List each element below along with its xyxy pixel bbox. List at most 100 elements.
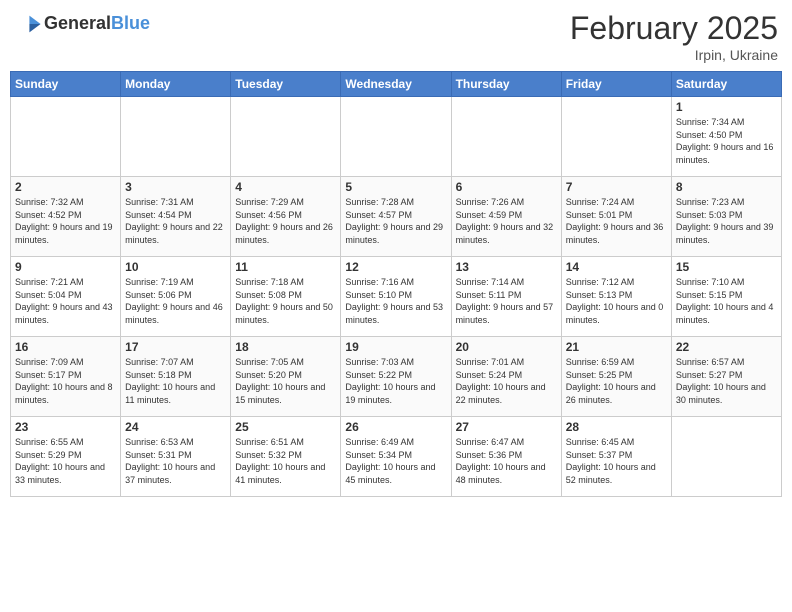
- day-info: Sunrise: 7:12 AM Sunset: 5:13 PM Dayligh…: [566, 276, 667, 326]
- day-info: Sunrise: 7:32 AM Sunset: 4:52 PM Dayligh…: [15, 196, 116, 246]
- calendar-week-4: 23Sunrise: 6:55 AM Sunset: 5:29 PM Dayli…: [11, 417, 782, 497]
- weekday-header-row: SundayMondayTuesdayWednesdayThursdayFrid…: [11, 72, 782, 97]
- day-number: 13: [456, 260, 557, 274]
- day-info: Sunrise: 7:14 AM Sunset: 5:11 PM Dayligh…: [456, 276, 557, 326]
- day-number: 27: [456, 420, 557, 434]
- day-number: 15: [676, 260, 777, 274]
- calendar-cell: 3 Sunrise: 7:31 AM Sunset: 4:54 PM Daylig…: [121, 177, 231, 257]
- day-info: Sunrise: 6:59 AM Sunset: 5:25 PM Dayligh…: [566, 356, 667, 406]
- day-info: Sunrise: 7:07 AM Sunset: 5:18 PM Dayligh…: [125, 356, 226, 406]
- calendar-cell: [121, 97, 231, 177]
- day-info: Sunrise: 7:01 AM Sunset: 5:24 PM Dayligh…: [456, 356, 557, 406]
- day-number: 11: [235, 260, 336, 274]
- calendar-week-1: 2 Sunrise: 7:32 AM Sunset: 4:52 PM Daylig…: [11, 177, 782, 257]
- calendar-cell: [451, 97, 561, 177]
- calendar-cell: 17 Sunrise: 7:07 AM Sunset: 5:18 PM Dayli…: [121, 337, 231, 417]
- day-number: 12: [345, 260, 446, 274]
- logo-blue-text: Blue: [111, 14, 150, 34]
- logo-general-text: General: [44, 14, 111, 34]
- day-info: Sunrise: 6:49 AM Sunset: 5:34 PM Dayligh…: [345, 436, 446, 486]
- weekday-header-sunday: Sunday: [11, 72, 121, 97]
- calendar-cell: 15 Sunrise: 7:10 AM Sunset: 5:15 PM Dayli…: [671, 257, 781, 337]
- location: Irpin, Ukraine: [570, 47, 778, 63]
- title-block: February 2025 Irpin, Ukraine: [570, 10, 778, 63]
- day-number: 19: [345, 340, 446, 354]
- calendar: SundayMondayTuesdayWednesdayThursdayFrid…: [10, 71, 782, 497]
- day-number: 9: [15, 260, 116, 274]
- day-number: 20: [456, 340, 557, 354]
- calendar-cell: 27Sunrise: 6:47 AM Sunset: 5:36 PM Dayli…: [451, 417, 561, 497]
- day-info: Sunrise: 7:24 AM Sunset: 5:01 PM Dayligh…: [566, 196, 667, 246]
- day-info: Sunrise: 7:05 AM Sunset: 5:20 PM Dayligh…: [235, 356, 336, 406]
- weekday-header-monday: Monday: [121, 72, 231, 97]
- calendar-cell: 18 Sunrise: 7:05 AM Sunset: 5:20 PM Dayli…: [231, 337, 341, 417]
- day-info: Sunrise: 6:53 AM Sunset: 5:31 PM Dayligh…: [125, 436, 226, 486]
- day-number: 2: [15, 180, 116, 194]
- day-number: 23: [15, 420, 116, 434]
- calendar-cell: [341, 97, 451, 177]
- calendar-cell: 20 Sunrise: 7:01 AM Sunset: 5:24 PM Dayli…: [451, 337, 561, 417]
- calendar-cell: [231, 97, 341, 177]
- calendar-cell: 24 Sunrise: 6:53 AM Sunset: 5:31 PM Dayli…: [121, 417, 231, 497]
- weekday-header-friday: Friday: [561, 72, 671, 97]
- calendar-cell: 25 Sunrise: 6:51 AM Sunset: 5:32 PM Dayli…: [231, 417, 341, 497]
- calendar-cell: 5 Sunrise: 7:28 AM Sunset: 4:57 PM Daylig…: [341, 177, 451, 257]
- day-number: 21: [566, 340, 667, 354]
- logo-icon: [14, 10, 42, 38]
- day-number: 6: [456, 180, 557, 194]
- day-info: Sunrise: 6:51 AM Sunset: 5:32 PM Dayligh…: [235, 436, 336, 486]
- day-number: 28: [566, 420, 667, 434]
- month-title: February 2025: [570, 10, 778, 47]
- day-info: Sunrise: 7:23 AM Sunset: 5:03 PM Dayligh…: [676, 196, 777, 246]
- calendar-cell: 8 Sunrise: 7:23 AM Sunset: 5:03 PM Daylig…: [671, 177, 781, 257]
- day-number: 8: [676, 180, 777, 194]
- calendar-cell: 19Sunrise: 7:03 AM Sunset: 5:22 PM Dayli…: [341, 337, 451, 417]
- day-number: 5: [345, 180, 446, 194]
- weekday-header-saturday: Saturday: [671, 72, 781, 97]
- day-number: 25: [235, 420, 336, 434]
- logo: General Blue: [14, 10, 150, 38]
- day-info: Sunrise: 7:28 AM Sunset: 4:57 PM Dayligh…: [345, 196, 446, 246]
- weekday-header-thursday: Thursday: [451, 72, 561, 97]
- calendar-cell: 12 Sunrise: 7:16 AM Sunset: 5:10 PM Dayli…: [341, 257, 451, 337]
- day-info: Sunrise: 7:34 AM Sunset: 4:50 PM Dayligh…: [676, 116, 777, 166]
- day-info: Sunrise: 7:21 AM Sunset: 5:04 PM Dayligh…: [15, 276, 116, 326]
- calendar-cell: 28 Sunrise: 6:45 AM Sunset: 5:37 PM Dayli…: [561, 417, 671, 497]
- calendar-cell: 9 Sunrise: 7:21 AM Sunset: 5:04 PM Daylig…: [11, 257, 121, 337]
- calendar-cell: 10Sunrise: 7:19 AM Sunset: 5:06 PM Dayli…: [121, 257, 231, 337]
- day-number: 7: [566, 180, 667, 194]
- day-info: Sunrise: 7:31 AM Sunset: 4:54 PM Dayligh…: [125, 196, 226, 246]
- day-info: Sunrise: 7:10 AM Sunset: 5:15 PM Dayligh…: [676, 276, 777, 326]
- calendar-week-0: 1 Sunrise: 7:34 AM Sunset: 4:50 PM Daylig…: [11, 97, 782, 177]
- calendar-cell: 26 Sunrise: 6:49 AM Sunset: 5:34 PM Dayli…: [341, 417, 451, 497]
- day-info: Sunrise: 7:19 AM Sunset: 5:06 PM Dayligh…: [125, 276, 226, 326]
- day-number: 4: [235, 180, 336, 194]
- calendar-cell: 6 Sunrise: 7:26 AM Sunset: 4:59 PM Daylig…: [451, 177, 561, 257]
- day-info: Sunrise: 7:16 AM Sunset: 5:10 PM Dayligh…: [345, 276, 446, 326]
- day-number: 1: [676, 100, 777, 114]
- calendar-cell: 14 Sunrise: 7:12 AM Sunset: 5:13 PM Dayli…: [561, 257, 671, 337]
- page-header: General Blue February 2025 Irpin, Ukrain…: [10, 10, 782, 63]
- calendar-cell: 22 Sunrise: 6:57 AM Sunset: 5:27 PM Dayli…: [671, 337, 781, 417]
- calendar-cell: 7 Sunrise: 7:24 AM Sunset: 5:01 PM Daylig…: [561, 177, 671, 257]
- day-number: 24: [125, 420, 226, 434]
- weekday-header-wednesday: Wednesday: [341, 72, 451, 97]
- day-number: 22: [676, 340, 777, 354]
- day-number: 17: [125, 340, 226, 354]
- calendar-cell: [671, 417, 781, 497]
- day-info: Sunrise: 7:18 AM Sunset: 5:08 PM Dayligh…: [235, 276, 336, 326]
- day-info: Sunrise: 7:26 AM Sunset: 4:59 PM Dayligh…: [456, 196, 557, 246]
- calendar-cell: 21 Sunrise: 6:59 AM Sunset: 5:25 PM Dayli…: [561, 337, 671, 417]
- calendar-cell: 11 Sunrise: 7:18 AM Sunset: 5:08 PM Dayli…: [231, 257, 341, 337]
- calendar-cell: 23Sunrise: 6:55 AM Sunset: 5:29 PM Dayli…: [11, 417, 121, 497]
- day-number: 14: [566, 260, 667, 274]
- calendar-cell: 1 Sunrise: 7:34 AM Sunset: 4:50 PM Daylig…: [671, 97, 781, 177]
- day-number: 3: [125, 180, 226, 194]
- day-number: 18: [235, 340, 336, 354]
- day-number: 26: [345, 420, 446, 434]
- weekday-header-tuesday: Tuesday: [231, 72, 341, 97]
- day-number: 16: [15, 340, 116, 354]
- calendar-week-3: 16Sunrise: 7:09 AM Sunset: 5:17 PM Dayli…: [11, 337, 782, 417]
- day-info: Sunrise: 6:57 AM Sunset: 5:27 PM Dayligh…: [676, 356, 777, 406]
- day-info: Sunrise: 6:45 AM Sunset: 5:37 PM Dayligh…: [566, 436, 667, 486]
